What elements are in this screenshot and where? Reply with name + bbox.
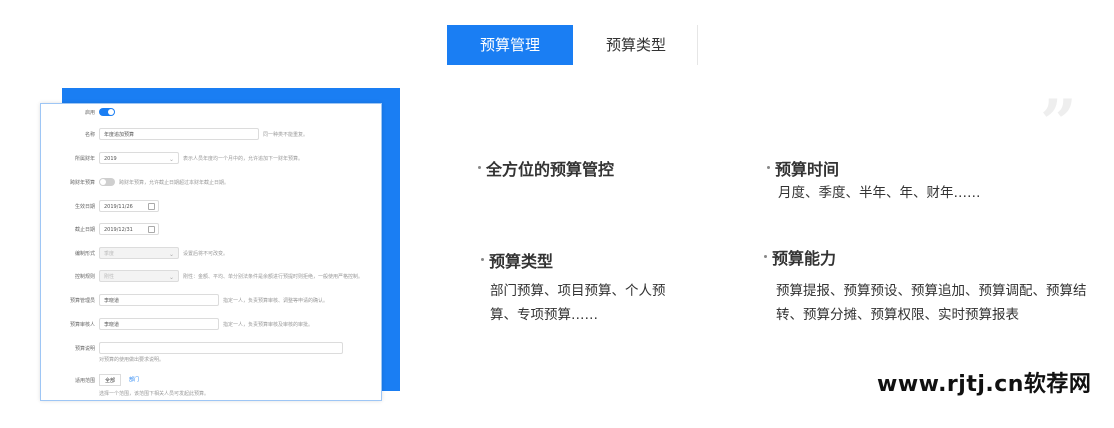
approver-hint: 指定一人，负责预算审核及审核的审批。 <box>223 322 314 328</box>
enable-toggle[interactable] <box>99 108 115 116</box>
manager-label: 预算管理员 <box>69 298 95 304</box>
form-row-scope-hint: 选择一个范围，该范围下相关人员可发起此预算。 <box>41 390 381 400</box>
year-label: 所属财年 <box>74 156 95 162</box>
cross-year-toggle[interactable] <box>99 178 115 186</box>
pay-label: 编制形式 <box>74 251 95 257</box>
scope-all-button[interactable]: 全部 <box>99 374 121 386</box>
chevron-down-icon: ⌄ <box>168 251 174 258</box>
feature-title-budget-type: 预算类型 <box>489 252 554 271</box>
quote-mark-icon: ” <box>1040 86 1077 161</box>
note-label: 预算说明 <box>74 346 95 352</box>
tab-bar: 预算管理 预算类型 <box>447 25 699 65</box>
form-row-enable: 启用 <box>41 106 381 120</box>
scope-dept-button[interactable]: 部门 <box>123 374 145 386</box>
control-label: 控制规则 <box>74 274 95 280</box>
bullet-dot-icon <box>478 166 481 169</box>
form-row-note-hint: 对预算的使用做出要求说明。 <box>41 356 381 370</box>
note-field[interactable] <box>99 342 343 354</box>
manager-field[interactable]: 李晓道 <box>99 294 219 306</box>
chevron-down-icon: ⌄ <box>168 274 174 281</box>
feature-desc-budget-type-line2: 算、专项预算…… <box>490 307 598 323</box>
year-select[interactable]: 2019 ⌄ <box>99 152 179 164</box>
form-row-pay: 编制形式 季度 ⌄ 设置后将不可改变。 <box>41 247 381 261</box>
form-row-manager: 预算管理员 李晓道 指定一人，负责预算审核、调整等申请的确认。 <box>41 294 381 308</box>
chevron-down-icon: ⌄ <box>168 156 174 163</box>
name-label: 名称 <box>84 132 95 138</box>
end-date-label: 截止日期 <box>74 227 95 233</box>
note-hint: 对预算的使用做出要求说明。 <box>99 357 165 363</box>
form-row-start-date: 生效日期 2019/11/26 <box>41 200 381 214</box>
pay-select[interactable]: 季度 ⌄ <box>99 247 179 259</box>
feature-title-budget-time: 预算时间 <box>775 160 840 179</box>
control-select[interactable]: 刚性 ⌄ <box>99 270 179 282</box>
approver-label: 预算审核人 <box>69 322 95 328</box>
pay-hint: 设置后将不可改变。 <box>183 251 229 257</box>
form-row-name: 名称 年度追加预算 同一种类不能重复。 <box>41 128 381 142</box>
cross-year-hint: 跨财年预算，允许截止日期超过本财年截止日期。 <box>119 180 230 186</box>
feature-desc-budget-capability-line1: 预算提报、预算预设、预算追加、预算调配、预算结 <box>776 283 1087 299</box>
form-row-scope: 适用范围 全部 部门 <box>41 374 381 388</box>
budget-form-screenshot: 启用 名称 年度追加预算 同一种类不能重复。 所属财年 2019 ⌄ 表示人员年度… <box>40 103 382 401</box>
enable-label: 启用 <box>84 110 95 116</box>
bullet-dot-icon <box>481 258 484 261</box>
tab-budget-type[interactable]: 预算类型 <box>573 25 699 65</box>
scope-hint: 选择一个范围，该范围下相关人员可发起此预算。 <box>99 391 210 397</box>
bullet-dot-icon <box>767 166 770 169</box>
control-hint: 刚性：金额、平均、单分别法条件是余额进行预提时则拒绝，一般使用严格控制。 <box>183 274 364 280</box>
cross-year-label: 跨财年预算 <box>69 180 95 186</box>
approver-field[interactable]: 李晓道 <box>99 318 219 330</box>
scope-label: 适用范围 <box>74 378 95 384</box>
name-field[interactable]: 年度追加预算 <box>99 128 259 140</box>
end-date-field[interactable]: 2019/12/31 <box>99 223 159 235</box>
tab-divider <box>697 25 698 65</box>
manager-hint: 指定一人，负责预算审核、调整等申请的确认。 <box>223 298 329 304</box>
form-row-approver: 预算审核人 李晓道 指定一人，负责预算审核及审核的审批。 <box>41 318 381 332</box>
feature-desc-budget-type-line1: 部门预算、项目预算、个人预 <box>490 283 666 299</box>
form-row-note: 预算说明 <box>41 342 381 356</box>
bullet-dot-icon <box>764 255 767 258</box>
year-hint: 表示人员年度均一个月中的，允许追加下一财年预算。 <box>183 156 304 162</box>
start-date-field[interactable]: 2019/11/26 <box>99 200 159 212</box>
calendar-icon <box>148 226 155 233</box>
feature-title-budget-capability: 预算能力 <box>772 249 837 268</box>
form-row-year: 所属财年 2019 ⌄ 表示人员年度均一个月中的，允许追加下一财年预算。 <box>41 152 381 166</box>
watermark-text: www.rjtj.cn软荐网 <box>877 372 1092 397</box>
feature-desc-budget-time: 月度、季度、半年、年、财年…… <box>778 185 981 201</box>
form-row-end-date: 截止日期 2019/12/31 <box>41 223 381 237</box>
name-hint: 同一种类不能重复。 <box>263 132 309 138</box>
start-date-label: 生效日期 <box>74 204 95 210</box>
form-row-control: 控制规则 刚性 ⌄ 刚性：金额、平均、单分别法条件是余额进行预提时则拒绝，一般使用… <box>41 270 381 284</box>
feature-desc-budget-capability-line2: 转、预算分摊、预算权限、实时预算报表 <box>776 307 1019 323</box>
form-row-cross-year: 跨财年预算 跨财年预算，允许截止日期超过本财年截止日期。 <box>41 176 381 190</box>
calendar-icon <box>148 203 155 210</box>
feature-title-full-control: 全方位的预算管控 <box>486 160 615 179</box>
tab-budget-management[interactable]: 预算管理 <box>447 25 573 65</box>
